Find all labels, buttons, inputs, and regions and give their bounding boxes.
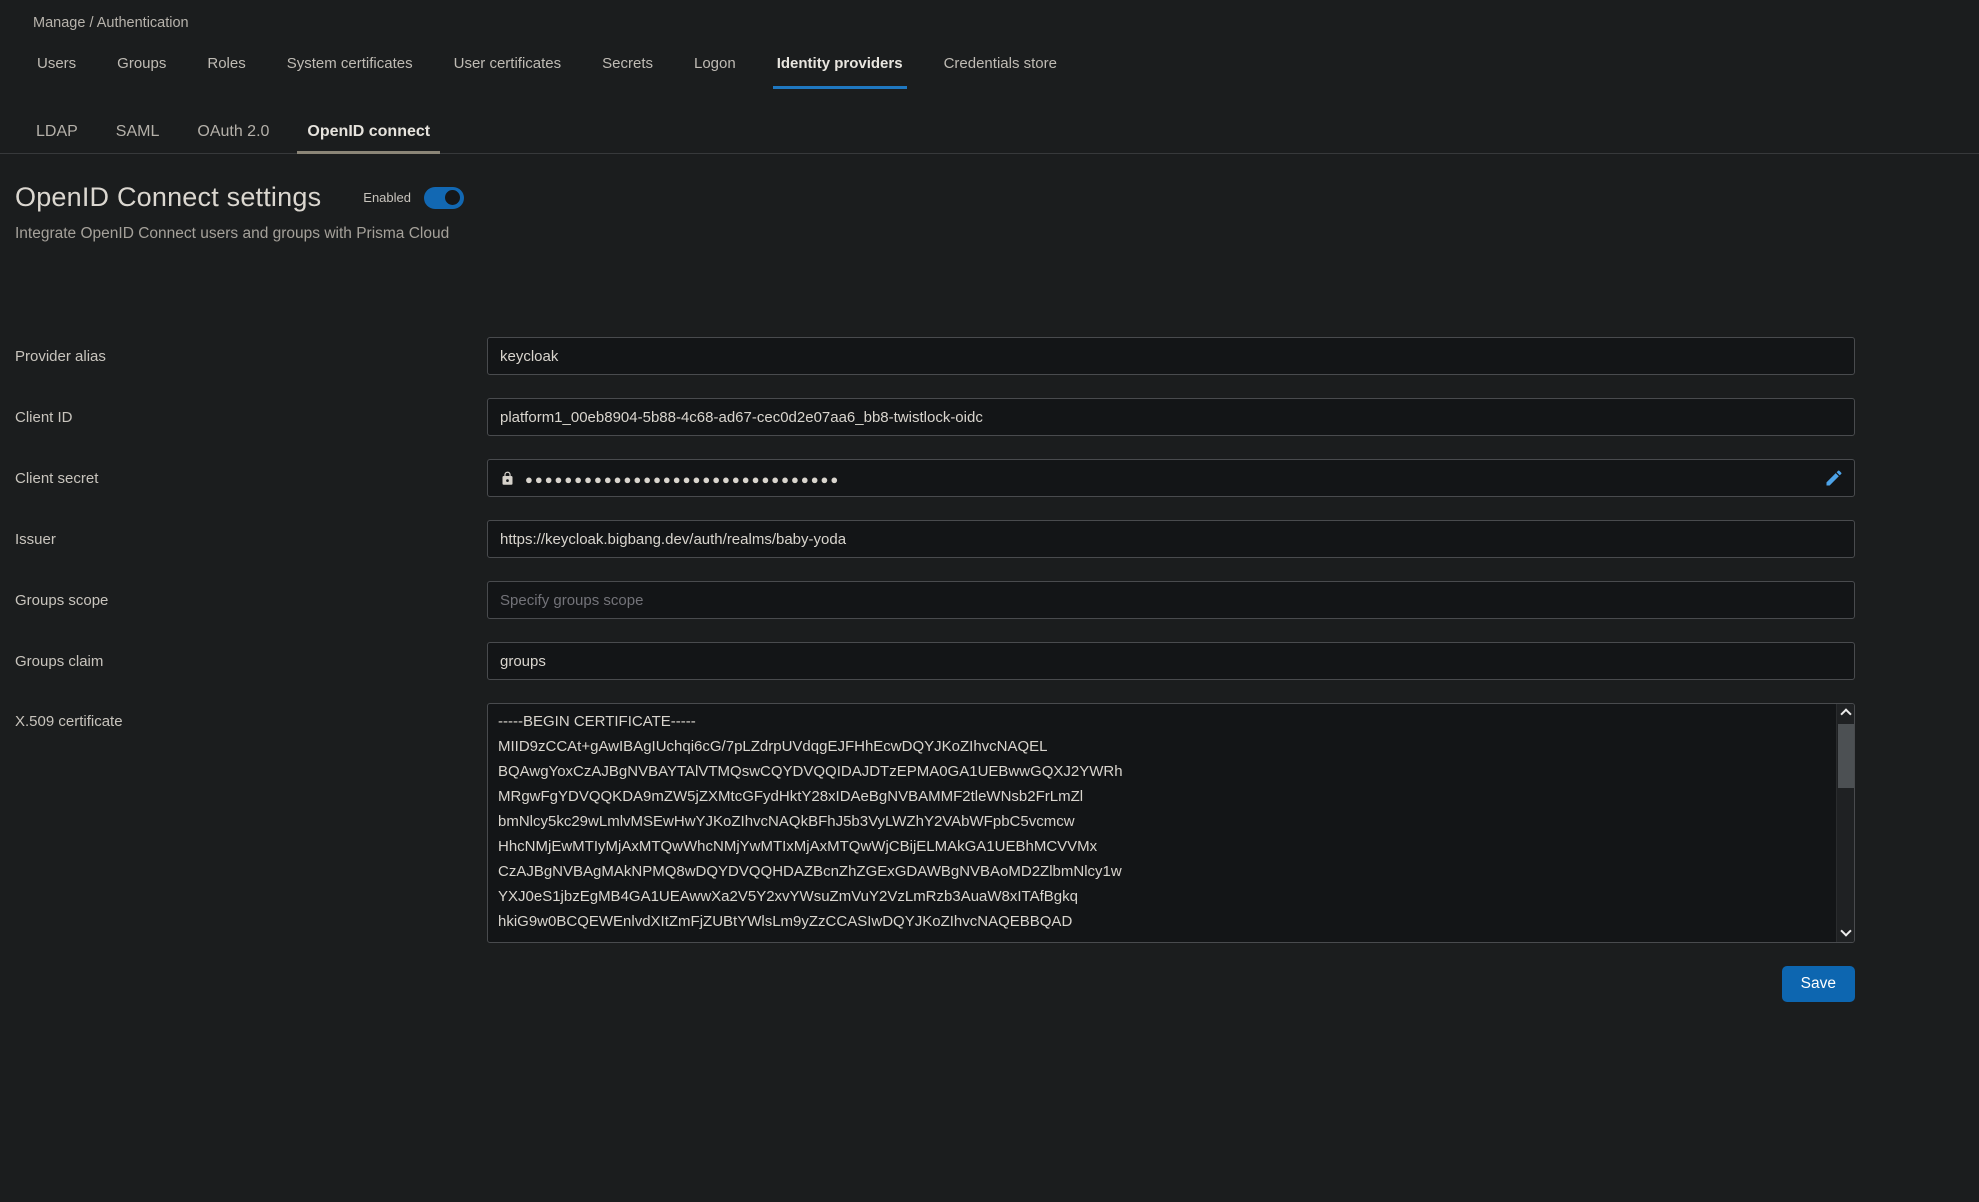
page-subtitle: Integrate OpenID Connect users and group… (15, 225, 1979, 243)
tab-secrets[interactable]: Secrets (598, 55, 657, 89)
enabled-label: Enabled (363, 190, 411, 205)
client-id-input[interactable] (487, 398, 1855, 436)
tab-logon[interactable]: Logon (690, 55, 740, 89)
groups-scope-label: Groups scope (15, 592, 487, 609)
sub-tab-bar: LDAP SAML OAuth 2.0 OpenID connect (0, 115, 1979, 154)
tab-roles[interactable]: Roles (203, 55, 249, 89)
main-tab-bar: Users Groups Roles System certificates U… (0, 55, 1979, 89)
tab-identity-providers[interactable]: Identity providers (773, 55, 907, 89)
save-button[interactable]: Save (1782, 966, 1855, 1002)
scrollbar-thumb[interactable] (1838, 724, 1854, 788)
tab-credentials-store[interactable]: Credentials store (940, 55, 1061, 89)
subtab-oauth2[interactable]: OAuth 2.0 (187, 115, 279, 154)
issuer-input[interactable] (487, 520, 1855, 558)
issuer-label: Issuer (15, 531, 487, 548)
scroll-up-icon[interactable] (1837, 704, 1855, 722)
provider-alias-label: Provider alias (15, 348, 487, 365)
toggle-knob-icon (445, 190, 460, 205)
page-title: OpenID Connect settings (15, 182, 321, 213)
tab-groups[interactable]: Groups (113, 55, 170, 89)
client-id-label: Client ID (15, 409, 487, 426)
groups-claim-input[interactable] (487, 642, 1855, 680)
tab-system-certificates[interactable]: System certificates (283, 55, 417, 89)
subtab-ldap[interactable]: LDAP (26, 115, 88, 154)
pencil-icon[interactable] (1824, 468, 1844, 488)
breadcrumb: Manage / Authentication (0, 0, 1979, 31)
x509-certificate-textarea[interactable]: -----BEGIN CERTIFICATE----- MIID9zCCAt+g… (488, 704, 1836, 942)
enabled-toggle[interactable] (424, 187, 464, 209)
tab-user-certificates[interactable]: User certificates (450, 55, 566, 89)
client-secret-field[interactable]: ●●●●●●●●●●●●●●●●●●●●●●●●●●●●●●●● (487, 459, 1855, 497)
provider-alias-input[interactable] (487, 337, 1855, 375)
certificate-scrollbar[interactable] (1836, 704, 1854, 942)
client-secret-masked-value: ●●●●●●●●●●●●●●●●●●●●●●●●●●●●●●●● (525, 470, 840, 487)
x509-certificate-label: X.509 certificate (15, 703, 487, 730)
client-secret-label: Client secret (15, 470, 487, 487)
breadcrumb-manage[interactable]: Manage (33, 15, 85, 31)
groups-claim-label: Groups claim (15, 653, 487, 670)
breadcrumb-authentication: Authentication (97, 15, 189, 31)
groups-scope-input[interactable] (487, 581, 1855, 619)
subtab-saml[interactable]: SAML (106, 115, 170, 154)
subtab-openid-connect[interactable]: OpenID connect (297, 115, 440, 154)
lock-icon (500, 471, 515, 486)
breadcrumb-separator: / (89, 15, 96, 31)
x509-certificate-box: -----BEGIN CERTIFICATE----- MIID9zCCAt+g… (487, 703, 1855, 943)
tab-users[interactable]: Users (33, 55, 80, 89)
scroll-down-icon[interactable] (1837, 924, 1855, 942)
